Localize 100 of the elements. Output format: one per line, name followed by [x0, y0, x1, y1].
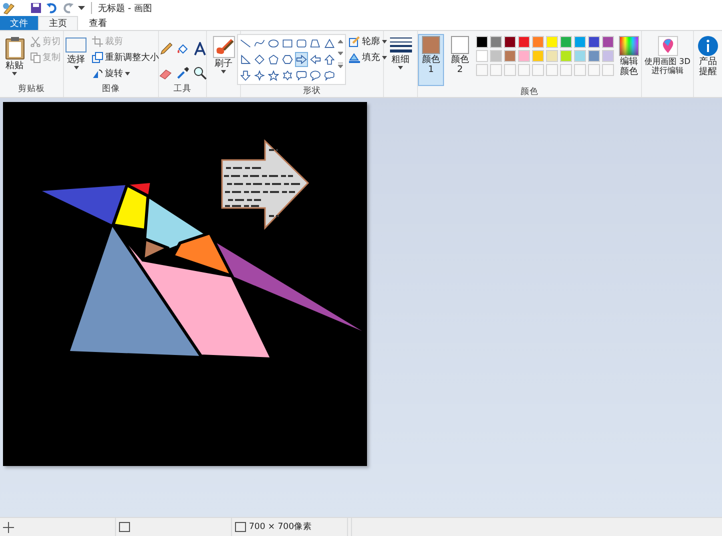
info-icon — [698, 36, 718, 56]
color-picker-icon[interactable] — [176, 66, 190, 80]
resize-icon — [92, 52, 103, 63]
palette-swatch[interactable] — [546, 50, 558, 62]
caret-icon — [382, 56, 387, 60]
group-label: 颜色 — [520, 86, 538, 99]
palette-swatch[interactable] — [490, 36, 502, 48]
rotate-icon — [92, 68, 103, 79]
select-button[interactable]: 选择 — [63, 34, 89, 72]
empty-swatch[interactable] — [560, 64, 572, 76]
paste-button[interactable]: 粘贴 — [2, 34, 26, 78]
image-size-text: 700 × 700像素 — [249, 521, 312, 533]
palette-swatch[interactable] — [476, 50, 488, 62]
shape-option[interactable] — [309, 52, 322, 67]
brushes-button[interactable]: 刷子 — [210, 34, 236, 76]
caret-icon — [12, 72, 17, 76]
caret-icon — [74, 66, 78, 70]
outline-icon — [349, 36, 360, 47]
palette-swatch[interactable] — [518, 36, 530, 48]
shape-option[interactable] — [267, 52, 280, 67]
empty-swatch[interactable] — [504, 64, 516, 76]
ribbon-tab[interactable]: 主页 — [38, 16, 78, 30]
cursor-position-icon — [3, 522, 14, 532]
fill-button[interactable]: 填充 — [349, 50, 387, 65]
palette-swatch[interactable] — [532, 50, 544, 62]
palette-swatch[interactable] — [532, 36, 544, 48]
magnifier-icon[interactable] — [192, 66, 206, 80]
copy-icon — [30, 52, 40, 63]
edit-colors-button[interactable]: 编辑颜色 — [617, 34, 641, 80]
pencil-icon[interactable] — [158, 42, 172, 56]
shape-option[interactable] — [323, 36, 336, 51]
window-title: 无标题 - 画图 — [98, 2, 152, 14]
palette-swatch[interactable] — [574, 50, 586, 62]
product-alert-button[interactable]: 产品提醒 — [696, 34, 720, 80]
palette-swatch[interactable] — [504, 50, 516, 62]
palette-swatch[interactable] — [546, 36, 558, 48]
fill-bucket-icon[interactable] — [176, 42, 190, 56]
group-label: 工具 — [174, 83, 192, 96]
palette-swatch[interactable] — [588, 50, 600, 62]
shape-option[interactable] — [295, 52, 308, 67]
shape-option[interactable] — [309, 68, 322, 83]
paint-app-icon[interactable] — [2, 1, 16, 15]
color-slot-button[interactable]: 颜色 2 — [447, 34, 473, 86]
size-button[interactable]: 粗细 — [388, 34, 414, 72]
rotate-button[interactable]: 旋转 — [92, 66, 159, 81]
palette-swatch[interactable] — [602, 50, 614, 62]
line-widths-icon — [390, 36, 412, 54]
palette-swatch[interactable] — [602, 36, 614, 48]
canvas-drawing[interactable] — [3, 102, 367, 466]
shape-option[interactable] — [323, 68, 336, 83]
palette-swatch[interactable] — [560, 36, 572, 48]
empty-swatch[interactable] — [532, 64, 544, 76]
empty-swatch[interactable] — [574, 64, 586, 76]
shape-option[interactable] — [267, 68, 280, 83]
palette-swatch[interactable] — [588, 36, 600, 48]
empty-swatch[interactable] — [490, 64, 502, 76]
group-label: 形状 — [303, 85, 321, 98]
empty-swatch[interactable] — [602, 64, 614, 76]
empty-swatch[interactable] — [546, 64, 558, 76]
outline-button[interactable]: 轮廓 — [349, 34, 387, 49]
caret-icon — [221, 70, 226, 74]
empty-swatch[interactable] — [588, 64, 600, 76]
group-label: 图像 — [102, 83, 120, 96]
undo-icon[interactable] — [46, 2, 58, 14]
empty-swatch[interactable] — [518, 64, 530, 76]
caret-icon — [125, 72, 130, 76]
resize-button[interactable]: 重新调整大小 — [92, 50, 159, 65]
fill-icon — [349, 52, 360, 63]
shape-option[interactable] — [295, 68, 308, 83]
shape-option[interactable] — [323, 52, 336, 67]
selection-rectangle-icon — [65, 36, 87, 54]
shape-option[interactable] — [253, 52, 266, 67]
palette-swatch[interactable] — [490, 50, 502, 62]
dropdown-caret-icon[interactable] — [78, 6, 85, 10]
scissors-icon — [30, 36, 40, 47]
image-size-icon — [235, 522, 246, 532]
shape-option[interactable] — [281, 68, 294, 83]
palette-swatch[interactable] — [574, 36, 586, 48]
shape-option[interactable] — [281, 52, 294, 67]
shape-option[interactable] — [253, 68, 266, 83]
palette-swatch[interactable] — [476, 36, 488, 48]
shape-option[interactable] — [239, 52, 252, 67]
palette-swatch[interactable] — [560, 50, 572, 62]
palette-swatch[interactable] — [518, 50, 530, 62]
empty-swatch[interactable] — [476, 64, 488, 76]
caret-icon — [382, 40, 387, 44]
clipboard-icon — [4, 36, 24, 60]
caret-icon — [398, 66, 403, 70]
ribbon-tab[interactable]: 文件 — [0, 16, 38, 30]
paint-drop-icon — [658, 36, 678, 56]
selection-size-icon — [119, 522, 130, 532]
color-spectrum-icon — [619, 36, 639, 56]
color-slot-button[interactable]: 颜色 1 — [418, 34, 444, 86]
shape-option[interactable] — [239, 68, 252, 83]
paint-3d-button[interactable]: 使用画图 3D 进行编辑 — [640, 34, 694, 78]
palette-swatch[interactable] — [504, 36, 516, 48]
text-icon[interactable] — [192, 42, 206, 56]
group-label: 剪贴板 — [18, 83, 45, 96]
brush-icon — [212, 36, 234, 58]
save-icon[interactable] — [30, 2, 42, 14]
